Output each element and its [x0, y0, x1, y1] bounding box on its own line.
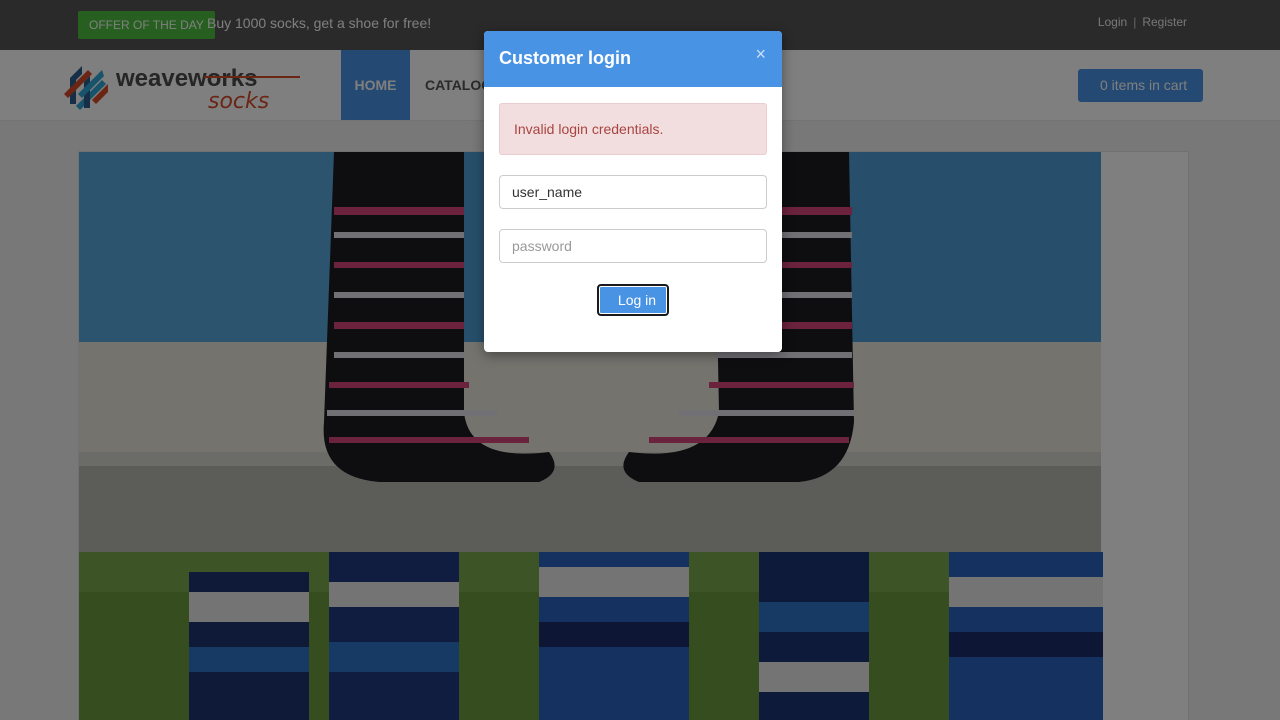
username-input[interactable]	[499, 175, 767, 209]
password-input[interactable]	[499, 229, 767, 263]
login-button[interactable]: Log in	[597, 284, 669, 316]
customer-login-modal: Customer login × Invalid login credentia…	[484, 31, 782, 352]
modal-title: Customer login	[499, 48, 632, 68]
modal-header: Customer login ×	[484, 31, 782, 87]
close-icon[interactable]: ×	[755, 44, 766, 64]
error-alert: Invalid login credentials.	[499, 103, 767, 155]
